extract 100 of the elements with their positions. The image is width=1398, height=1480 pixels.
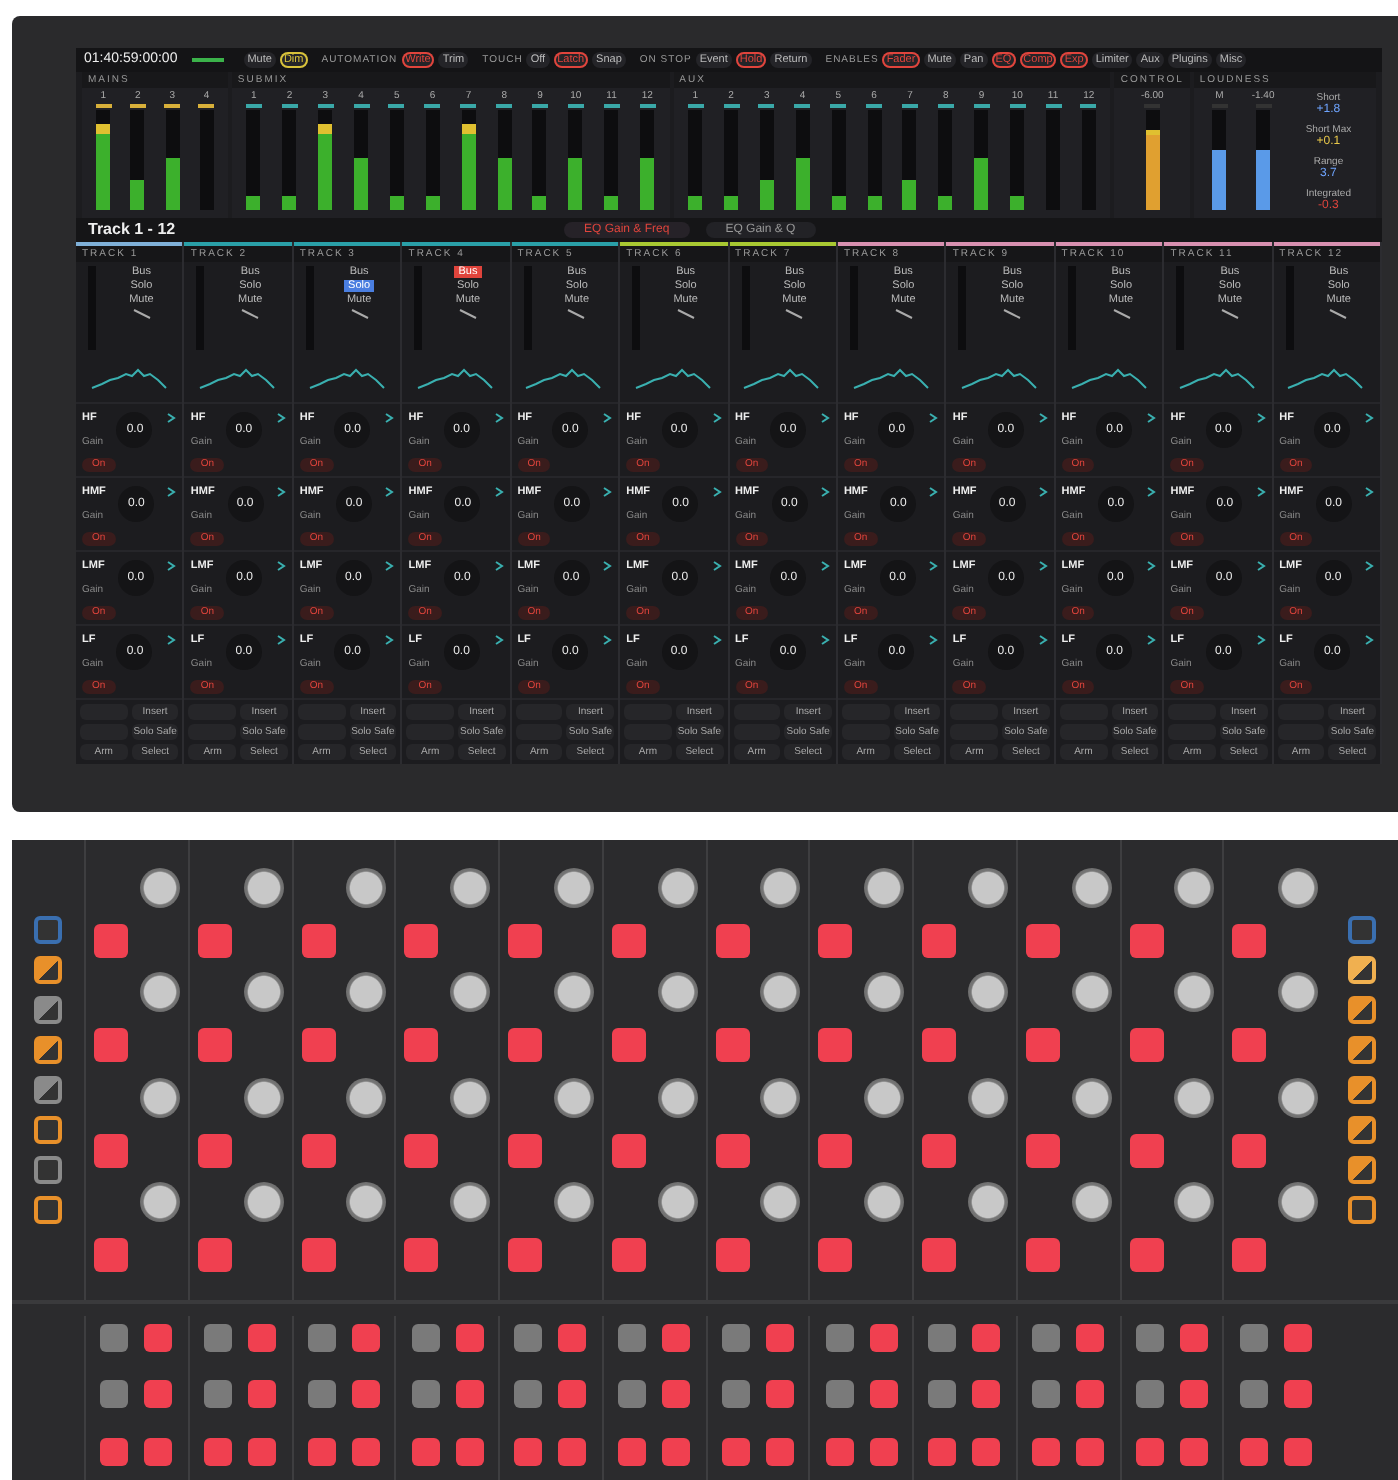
chevron-icon[interactable]: [602, 560, 613, 572]
hardware-key[interactable]: [34, 1036, 62, 1064]
hardware-key[interactable]: [248, 1437, 277, 1466]
chevron-icon[interactable]: [384, 412, 395, 424]
rotary-knob[interactable]: [657, 867, 697, 908]
hardware-key[interactable]: [197, 1028, 232, 1063]
hardware-key[interactable]: [715, 1238, 749, 1273]
hardware-key[interactable]: [508, 1028, 542, 1063]
hardware-key[interactable]: [1283, 1437, 1312, 1466]
hardware-key[interactable]: [94, 1133, 128, 1168]
hardware-key[interactable]: [1348, 996, 1376, 1024]
hardware-key[interactable]: [248, 1324, 277, 1352]
hardware-key[interactable]: [1025, 923, 1060, 958]
hardware-key[interactable]: [922, 1238, 956, 1273]
hardware-key[interactable]: [34, 1196, 62, 1224]
hardware-key[interactable]: [611, 1028, 646, 1063]
hardware-key[interactable]: [307, 1380, 336, 1409]
hardware-key[interactable]: [514, 1437, 543, 1466]
hardware-key[interactable]: [197, 923, 232, 958]
hardware-key[interactable]: [1239, 1437, 1268, 1466]
hardware-key[interactable]: [455, 1380, 484, 1409]
hardware-key[interactable]: [765, 1324, 794, 1352]
rotary-knob[interactable]: [1174, 1077, 1215, 1118]
chevron-icon[interactable]: [711, 486, 722, 498]
hardware-key[interactable]: [1348, 1196, 1376, 1224]
rotary-knob[interactable]: [864, 972, 904, 1013]
rotary-knob[interactable]: [864, 1077, 904, 1118]
chevron-icon[interactable]: [1255, 412, 1266, 424]
rotary-knob[interactable]: [1174, 972, 1215, 1013]
hardware-key[interactable]: [662, 1324, 691, 1352]
hardware-key[interactable]: [721, 1324, 750, 1352]
hardware-key[interactable]: [928, 1380, 957, 1409]
chevron-icon[interactable]: [928, 560, 939, 572]
rotary-knob[interactable]: [243, 972, 283, 1013]
hardware-key[interactable]: [818, 1133, 853, 1168]
hardware-key[interactable]: [825, 1437, 854, 1466]
rotary-knob[interactable]: [967, 1077, 1008, 1118]
hardware-key[interactable]: [662, 1380, 691, 1409]
hardware-key[interactable]: [1179, 1437, 1208, 1466]
chevron-icon[interactable]: [166, 486, 177, 498]
rotary-knob[interactable]: [967, 1182, 1008, 1223]
hardware-key[interactable]: [611, 1238, 646, 1273]
hardware-key[interactable]: [1032, 1324, 1061, 1352]
hardware-key[interactable]: [307, 1324, 336, 1352]
chevron-icon[interactable]: [602, 412, 613, 424]
hardware-key[interactable]: [514, 1324, 543, 1352]
hardware-key[interactable]: [34, 1156, 62, 1184]
hardware-key[interactable]: [351, 1437, 380, 1466]
chevron-icon[interactable]: [1364, 560, 1375, 572]
hardware-key[interactable]: [197, 1238, 232, 1273]
hardware-key[interactable]: [301, 1028, 335, 1063]
hardware-key[interactable]: [508, 1238, 542, 1273]
rotary-knob[interactable]: [139, 1182, 180, 1223]
hardware-key[interactable]: [818, 1238, 853, 1273]
rotary-knob[interactable]: [864, 867, 904, 908]
hardware-key[interactable]: [144, 1437, 173, 1466]
rotary-knob[interactable]: [243, 867, 283, 908]
chevron-icon[interactable]: [819, 412, 830, 424]
rotary-knob[interactable]: [346, 972, 387, 1013]
hardware-key[interactable]: [721, 1380, 750, 1409]
hardware-key[interactable]: [558, 1437, 587, 1466]
rotary-knob[interactable]: [139, 972, 180, 1013]
hardware-key[interactable]: [455, 1324, 484, 1352]
chevron-icon[interactable]: [1255, 634, 1266, 646]
chevron-icon[interactable]: [819, 560, 830, 572]
hardware-key[interactable]: [351, 1324, 380, 1352]
hardware-key[interactable]: [404, 1238, 439, 1273]
chevron-icon[interactable]: [1146, 486, 1157, 498]
rotary-knob[interactable]: [346, 1077, 387, 1118]
hardware-key[interactable]: [301, 1238, 335, 1273]
rotary-knob[interactable]: [1071, 972, 1111, 1013]
chevron-icon[interactable]: [493, 486, 504, 498]
chevron-icon[interactable]: [275, 634, 286, 646]
chevron-icon[interactable]: [275, 560, 286, 572]
hardware-key[interactable]: [715, 1028, 749, 1063]
chevron-icon[interactable]: [166, 634, 177, 646]
hardware-key[interactable]: [869, 1380, 898, 1409]
rotary-knob[interactable]: [1071, 1182, 1111, 1223]
hardware-key[interactable]: [1179, 1324, 1208, 1352]
hardware-key[interactable]: [1232, 923, 1267, 958]
rotary-knob[interactable]: [1278, 972, 1318, 1013]
chevron-icon[interactable]: [1364, 634, 1375, 646]
hardware-key[interactable]: [100, 1380, 129, 1409]
hardware-key[interactable]: [715, 1133, 749, 1168]
hardware-key[interactable]: [972, 1380, 1001, 1409]
rotary-knob[interactable]: [967, 867, 1008, 908]
hardware-key[interactable]: [618, 1437, 647, 1466]
chevron-icon[interactable]: [1037, 412, 1048, 424]
chevron-icon[interactable]: [928, 412, 939, 424]
hardware-key[interactable]: [1348, 1116, 1376, 1144]
chevron-icon[interactable]: [819, 486, 830, 498]
chevron-icon[interactable]: [928, 486, 939, 498]
chevron-icon[interactable]: [602, 486, 613, 498]
hardware-key[interactable]: [972, 1324, 1001, 1352]
rotary-knob[interactable]: [1278, 1182, 1318, 1223]
hardware-key[interactable]: [928, 1324, 957, 1352]
rotary-knob[interactable]: [657, 1182, 697, 1223]
hardware-key[interactable]: [1135, 1380, 1164, 1409]
rotary-knob[interactable]: [657, 972, 697, 1013]
hardware-key[interactable]: [611, 1133, 646, 1168]
